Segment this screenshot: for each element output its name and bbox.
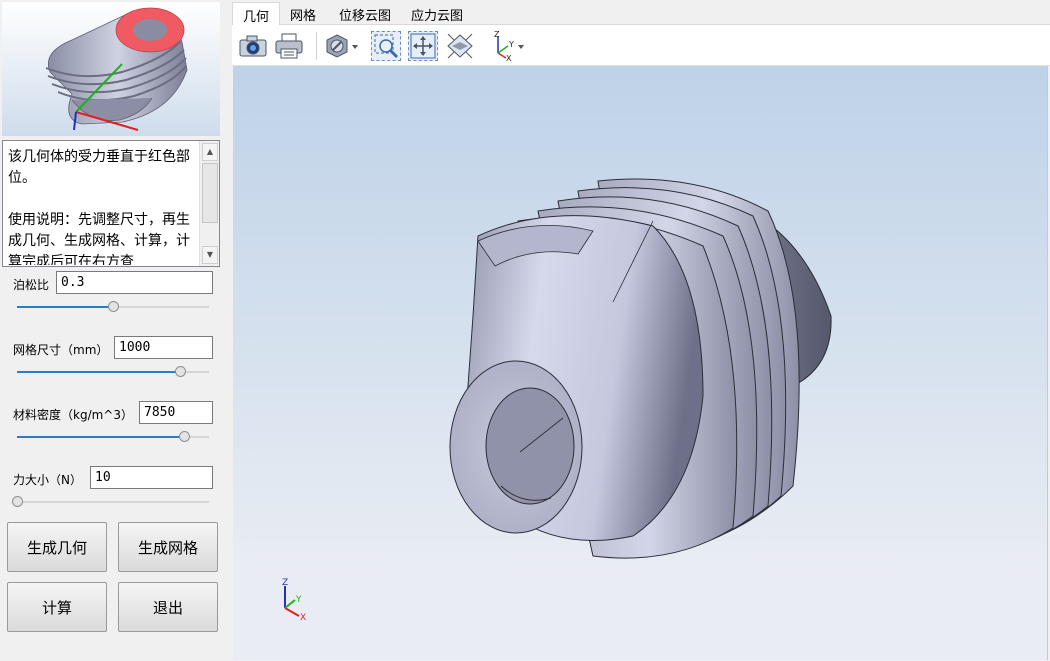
slider-fill [17,436,185,438]
app-window: 该几何体的受力垂直于红色部位。 使用说明：先调整尺寸，再生成几何、生成网格、计算… [0,0,1050,661]
tab-displacement-contour[interactable]: 位移云图 [329,2,401,25]
scrollbar-thumb[interactable] [202,163,218,223]
view-direction-icon[interactable] [445,31,475,61]
left-panel: 该几何体的受力垂直于红色部位。 使用说明：先调整尺寸，再生成几何、生成网格、计算… [0,0,222,661]
axis-x-label: X [506,54,512,61]
force-magnitude-label: 力大小（N） [13,473,82,487]
mesh-size-input[interactable] [114,336,213,359]
mesh-size-label: 网格尺寸（mm） [13,343,109,357]
scroll-up-arrow-icon[interactable]: ▲ [202,143,218,161]
axis-y-label: Y [508,40,514,49]
slider-thumb[interactable] [12,496,23,507]
triad-z-label: Z [282,578,288,588]
description-box[interactable]: 该几何体的受力垂直于红色部位。 使用说明：先调整尺寸，再生成几何、生成网格、计算… [2,140,220,267]
slider-thumb[interactable] [179,431,191,442]
3d-viewport[interactable]: Z Y X [233,66,1048,660]
poisson-ratio-input[interactable] [56,271,213,294]
material-density-input[interactable] [139,401,213,424]
triad-y-label: Y [295,595,302,605]
exit-button[interactable]: 退出 [118,582,218,632]
view-tabs: 几何 网格 位移云图 应力云图 [232,0,1050,25]
axis-orientation-icon[interactable]: ZYX [488,31,528,61]
triad-x-label: X [300,613,306,623]
material-density-label: 材料密度（kg/m^3） [13,408,133,422]
compute-button[interactable]: 计算 [7,582,107,632]
camera-icon[interactable] [238,31,268,61]
zoom-box-icon[interactable] [371,31,401,61]
viewer-toolbar: ZYX [232,25,1050,66]
3d-model-view: Z Y X [282,178,832,623]
slider-fill [17,306,113,308]
tab-geometry[interactable]: 几何 [232,2,281,25]
preview-model-image [45,7,188,131]
tab-mesh[interactable]: 网格 [280,2,326,25]
force-magnitude-input[interactable] [90,466,213,489]
tab-stress-contour[interactable]: 应力云图 [401,2,473,25]
mesh-size-slider[interactable] [17,366,209,378]
slider-thumb[interactable] [108,301,119,312]
scroll-down-arrow-icon[interactable]: ▼ [202,246,218,264]
poisson-ratio-slider[interactable] [17,301,209,313]
description-scrollbar[interactable]: ▲ ▼ [199,141,219,266]
generate-mesh-button[interactable]: 生成网格 [118,522,218,572]
fit-all-icon[interactable] [408,31,438,61]
material-density-slider[interactable] [17,431,209,443]
poisson-ratio-label: 泊松比 [13,278,50,292]
slider-thumb[interactable] [175,366,187,377]
force-magnitude-slider[interactable] [12,496,209,508]
hide-icon[interactable] [324,31,360,61]
axis-z-label: Z [494,31,500,39]
geometry-preview [2,2,220,136]
slider-fill [17,371,181,373]
description-text: 该几何体的受力垂直于红色部位。 使用说明：先调整尺寸，再生成几何、生成网格、计算… [8,149,190,265]
toolbar-separator [316,32,317,60]
print-icon[interactable] [274,31,304,61]
generate-geometry-button[interactable]: 生成几何 [7,522,107,572]
